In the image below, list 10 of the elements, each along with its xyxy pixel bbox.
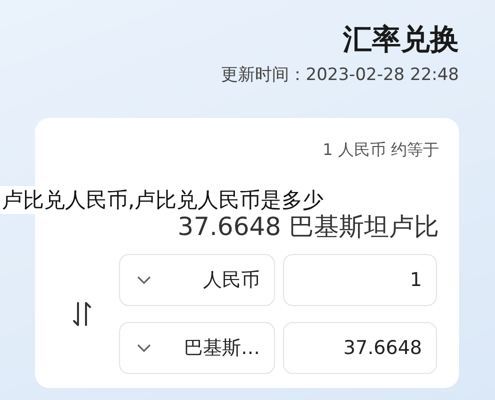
currency-select[interactable]: 巴基斯… <box>119 322 275 374</box>
update-time: 更新时间：2023-02-28 22:48 <box>220 64 459 87</box>
currency-select[interactable]: 人民币 <box>119 254 275 306</box>
amount-field[interactable]: 37.6648 <box>283 322 437 374</box>
amount-field[interactable]: 1 <box>283 254 437 306</box>
rate-label: 1 人民币 约等于 <box>322 139 439 162</box>
chevron-down-icon <box>136 275 152 286</box>
page-title: 汇率兑换 <box>342 22 459 57</box>
conversion-result: 37.6648 巴基斯坦卢比 <box>176 212 439 242</box>
chevron-down-icon <box>136 343 152 354</box>
